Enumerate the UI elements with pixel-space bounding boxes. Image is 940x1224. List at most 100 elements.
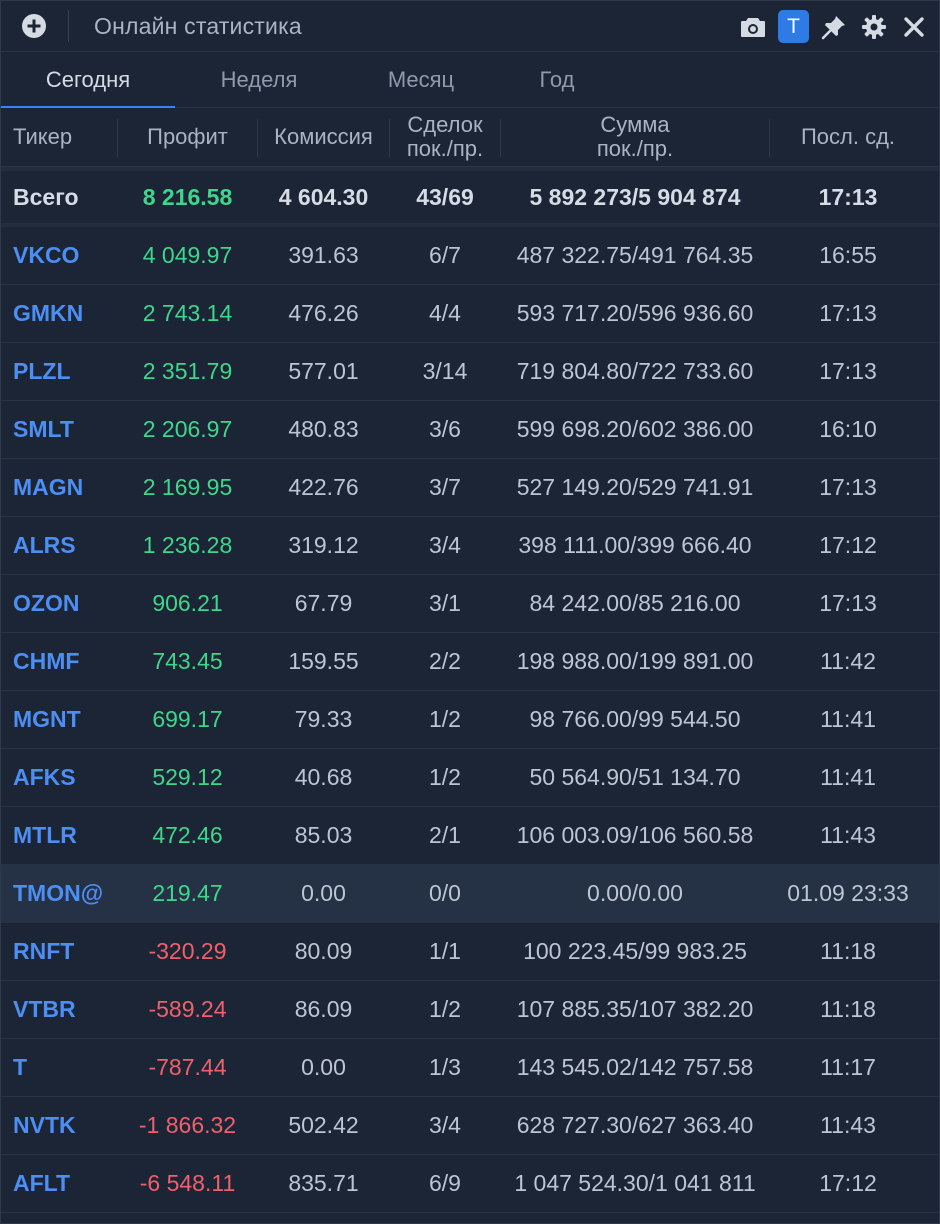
table-row[interactable]: VTBR -589.24 86.09 1/2 107 885.35/107 382.20… <box>1 981 939 1039</box>
cell-ticker[interactable]: VKCO <box>1 227 117 284</box>
table-row[interactable]: NVTK -1 866.32 502.42 3/4 628 727.30/627 363… <box>1 1097 939 1155</box>
plus-circle-icon[interactable] <box>22 14 46 38</box>
cell-profit: 699.17 <box>152 706 223 732</box>
total-last-trade: 17:13 <box>818 183 878 210</box>
cell-commission: 480.83 <box>288 416 359 442</box>
cell-sum: 198 988.00/199 891.00 <box>516 648 754 674</box>
cell-profit: 2 743.14 <box>142 300 233 326</box>
total-commission: 4 604.30 <box>278 183 369 210</box>
cell-commission: 577.01 <box>288 358 359 384</box>
cell-ticker[interactable]: CHMF <box>1 633 117 690</box>
gear-icon[interactable] <box>859 11 889 43</box>
table-row[interactable]: PLZL 2 351.79 577.01 3/14 719 804.80/722 733… <box>1 343 939 401</box>
cell-ticker[interactable]: GMKN <box>1 285 117 342</box>
table-header: Тикер Профит Комиссия Сделок пок./пр. Су… <box>1 108 939 167</box>
cell-last-trade: 11:18 <box>820 996 876 1022</box>
cell-ticker[interactable]: AFLT <box>1 1155 117 1212</box>
cell-commission: 422.76 <box>288 474 359 500</box>
table-row[interactable]: ALRS 1 236.28 319.12 3/4 398 111.00/399 666.… <box>1 517 939 575</box>
cell-sum: 143 545.02/142 757.58 <box>516 1054 754 1080</box>
tab-today[interactable]: Сегодня <box>1 52 175 108</box>
cell-deals: 1/2 <box>429 764 461 790</box>
total-label: Всего <box>13 183 79 210</box>
col-header-commission[interactable]: Комиссия <box>258 108 389 166</box>
cell-ticker[interactable]: VTBR <box>1 981 117 1038</box>
table-row[interactable]: TMON@ 219.47 0.00 0/0 0.00/0.00 01.09 23:33 <box>1 865 939 923</box>
col-header-last-trade[interactable]: Посл. сд. <box>770 108 926 166</box>
cell-sum: 84 242.00/85 216.00 <box>529 590 741 616</box>
cell-commission: 85.03 <box>294 822 353 848</box>
cell-ticker[interactable]: ALRS <box>1 517 117 574</box>
camera-icon[interactable] <box>738 11 768 43</box>
cell-last-trade: 17:13 <box>819 300 877 326</box>
cell-last-trade: 16:55 <box>819 242 877 268</box>
col-header-sum[interactable]: Сумма пок./пр. <box>501 108 769 166</box>
cell-profit: 472.46 <box>152 822 223 848</box>
cell-profit: -1 866.32 <box>138 1112 237 1138</box>
cell-ticker[interactable]: MTLR <box>1 807 117 864</box>
cell-ticker[interactable]: SMLT <box>1 401 117 458</box>
cell-deals: 2/1 <box>429 822 461 848</box>
cell-profit: 1 236.28 <box>142 532 233 558</box>
cell-sum: 106 003.09/106 560.58 <box>516 822 754 848</box>
cell-ticker[interactable]: RNFT <box>1 923 117 980</box>
cell-sum: 527 149.20/529 741.91 <box>516 474 754 500</box>
close-icon[interactable] <box>899 11 929 43</box>
cell-ticker[interactable]: T <box>1 1039 117 1096</box>
table-row[interactable]: GMKN 2 743.14 476.26 4/4 593 717.20/596 936.… <box>1 285 939 343</box>
cell-commission: 476.26 <box>288 300 359 326</box>
cell-deals: 3/1 <box>429 590 461 616</box>
cell-ticker[interactable]: AFKS <box>1 749 117 806</box>
col-header-ticker[interactable]: Тикер <box>1 108 117 166</box>
cell-commission: 0.00 <box>301 880 346 906</box>
cell-sum: 100 223.45/99 983.25 <box>523 938 747 964</box>
table-row[interactable]: VKCO 4 049.97 391.63 6/7 487 322.75/491 764.… <box>1 227 939 285</box>
stats-table: Тикер Профит Комиссия Сделок пок./пр. Су… <box>1 108 939 1213</box>
cell-ticker[interactable]: MAGN <box>1 459 117 516</box>
cell-sum: 98 766.00/99 544.50 <box>529 706 741 732</box>
tab-month[interactable]: Месяц <box>343 52 499 107</box>
cell-ticker[interactable]: TMON@ <box>1 865 117 922</box>
tab-year[interactable]: Год <box>499 52 615 107</box>
cell-ticker[interactable]: PLZL <box>1 343 117 400</box>
col-header-deals[interactable]: Сделок пок./пр. <box>390 108 500 166</box>
cell-sum: 719 804.80/722 733.60 <box>516 358 754 384</box>
table-row[interactable]: OZON 906.21 67.79 3/1 84 242.00/85 216.00 17:… <box>1 575 939 633</box>
table-row[interactable]: MTLR 472.46 85.03 2/1 106 003.09/106 560.58 1… <box>1 807 939 865</box>
cell-profit: 2 169.95 <box>142 474 233 500</box>
table-row[interactable]: SMLT 2 206.97 480.83 3/6 599 698.20/602 386.… <box>1 401 939 459</box>
table-body: VKCO 4 049.97 391.63 6/7 487 322.75/491 764.… <box>1 227 939 1213</box>
cell-ticker[interactable]: OZON <box>1 575 117 632</box>
table-row[interactable]: MAGN 2 169.95 422.76 3/7 527 149.20/529 741.… <box>1 459 939 517</box>
cell-commission: 391.63 <box>288 242 359 268</box>
title-toolbar: T <box>738 10 929 43</box>
cell-last-trade: 11:43 <box>820 822 876 848</box>
cell-last-trade: 11:42 <box>820 648 876 674</box>
cell-profit: -6 548.11 <box>139 1170 236 1196</box>
cell-last-trade: 17:13 <box>819 474 877 500</box>
cell-commission: 86.09 <box>294 996 353 1022</box>
col-header-deals-line2: пок./пр. <box>406 136 484 161</box>
col-header-profit[interactable]: Профит <box>118 108 257 166</box>
t-mode-button[interactable]: T <box>778 10 809 43</box>
window-title: Онлайн статистика <box>94 12 302 39</box>
cell-deals: 6/9 <box>429 1170 461 1196</box>
col-header-sum-line2: пок./пр. <box>596 136 674 161</box>
table-row[interactable]: T -787.44 0.00 1/3 143 545.02/142 757.58 11:1… <box>1 1039 939 1097</box>
cell-ticker[interactable]: NVTK <box>1 1097 117 1154</box>
table-row[interactable]: MGNT 699.17 79.33 1/2 98 766.00/99 544.50 11:… <box>1 691 939 749</box>
cell-deals: 3/6 <box>429 416 461 442</box>
cell-profit: 529.12 <box>152 764 223 790</box>
table-row[interactable]: AFKS 529.12 40.68 1/2 50 564.90/51 134.70 11:… <box>1 749 939 807</box>
cell-profit: -589.24 <box>148 996 227 1022</box>
table-row[interactable]: RNFT -320.29 80.09 1/1 100 223.45/99 983.25 1… <box>1 923 939 981</box>
cell-ticker[interactable]: MGNT <box>1 691 117 748</box>
cell-last-trade: 11:18 <box>820 938 876 964</box>
table-row[interactable]: CHMF 743.45 159.55 2/2 198 988.00/199 891.00… <box>1 633 939 691</box>
cell-deals: 3/7 <box>429 474 461 500</box>
tab-week[interactable]: Неделя <box>175 52 343 107</box>
cell-profit: -320.29 <box>148 938 227 964</box>
table-row[interactable]: AFLT -6 548.11 835.71 6/9 1 047 524.30/1 041… <box>1 1155 939 1213</box>
pin-icon[interactable] <box>819 11 849 43</box>
cell-deals: 1/1 <box>429 938 461 964</box>
